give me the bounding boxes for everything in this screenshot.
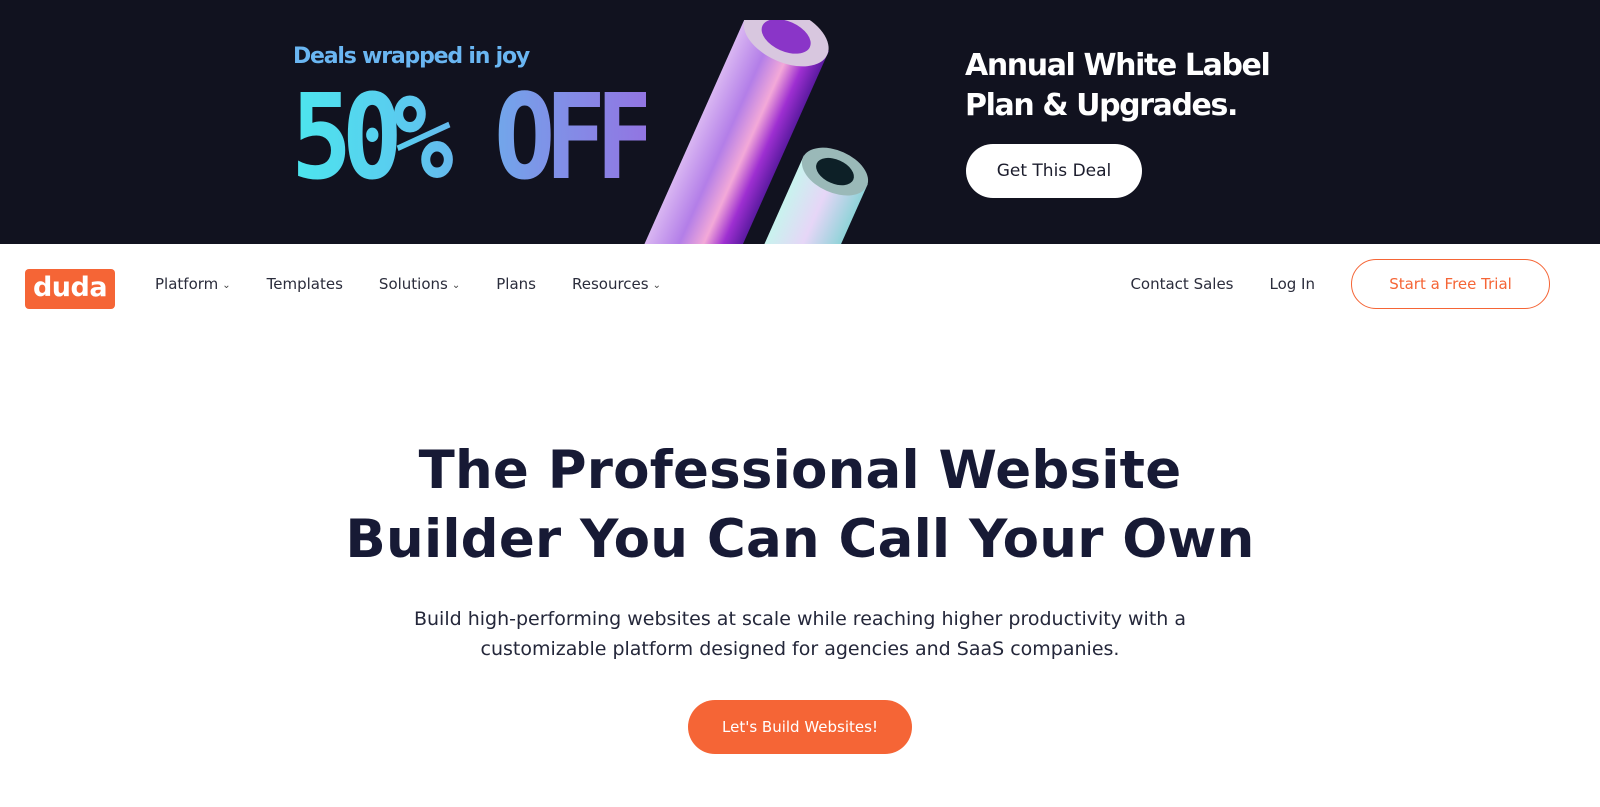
- chevron-down-icon: ⌄: [451, 279, 461, 291]
- promo-banner: Deals wrapped in joy 50% OFF Annual Whit…: [0, 0, 1600, 244]
- promo-offer-line1: Annual White Label: [965, 48, 1271, 83]
- log-in-link[interactable]: Log In: [1270, 275, 1316, 293]
- promo-offer-line2: Plan & Upgrades.: [965, 88, 1238, 123]
- nav-item-label: Plans: [496, 275, 536, 293]
- nav-item-label: Resources: [571, 275, 649, 293]
- nav-actions: Contact Sales Log In Start a Free Trial: [1094, 244, 1550, 324]
- hero-subtitle-line2: customizable platform designed for agenc…: [480, 638, 1120, 660]
- promo-headline: 50% OFF: [291, 68, 657, 206]
- lets-build-websites-button[interactable]: Let's Build Websites!: [688, 700, 912, 754]
- nav-links: Platform ⌄ Templates Solutions ⌄ Plans R…: [155, 244, 697, 324]
- duda-logo[interactable]: duda: [25, 269, 115, 309]
- start-free-trial-button[interactable]: Start a Free Trial: [1351, 259, 1550, 309]
- hero-subtitle-line1: Build high-performing websites at scale …: [413, 608, 1187, 630]
- hero-subtitle: Build high-performing websites at scale …: [370, 604, 1230, 664]
- promo-offer-text: Annual White Label Plan & Upgrades.: [965, 46, 1271, 126]
- promo-kicker: Deals wrapped in joy: [293, 44, 530, 69]
- hero-section: The Professional Website Builder You Can…: [0, 324, 1600, 754]
- nav-item-resources[interactable]: Resources ⌄: [572, 275, 661, 293]
- chevron-down-icon: ⌄: [652, 279, 661, 291]
- hero-title-line2: Builder You Can Call Your Own: [345, 509, 1255, 570]
- nav-item-templates[interactable]: Templates: [267, 275, 343, 293]
- nav-item-label: Platform: [155, 275, 219, 293]
- main-nav: duda Platform ⌄ Templates Solutions ⌄ Pl…: [0, 244, 1600, 324]
- nav-item-label: Solutions: [378, 275, 448, 293]
- wrapping-paper-rolls-image: [640, 20, 869, 244]
- nav-item-plans[interactable]: Plans: [496, 275, 536, 293]
- nav-item-label: Templates: [266, 275, 343, 293]
- contact-sales-link[interactable]: Contact Sales: [1130, 275, 1233, 293]
- chevron-down-icon: ⌄: [222, 279, 231, 291]
- nav-item-platform[interactable]: Platform ⌄: [155, 275, 231, 293]
- get-this-deal-button[interactable]: Get This Deal: [966, 144, 1142, 198]
- hero-title: The Professional Website Builder You Can…: [0, 436, 1600, 574]
- nav-item-solutions[interactable]: Solutions ⌄: [379, 275, 460, 293]
- hero-title-line1: The Professional Website: [418, 440, 1182, 501]
